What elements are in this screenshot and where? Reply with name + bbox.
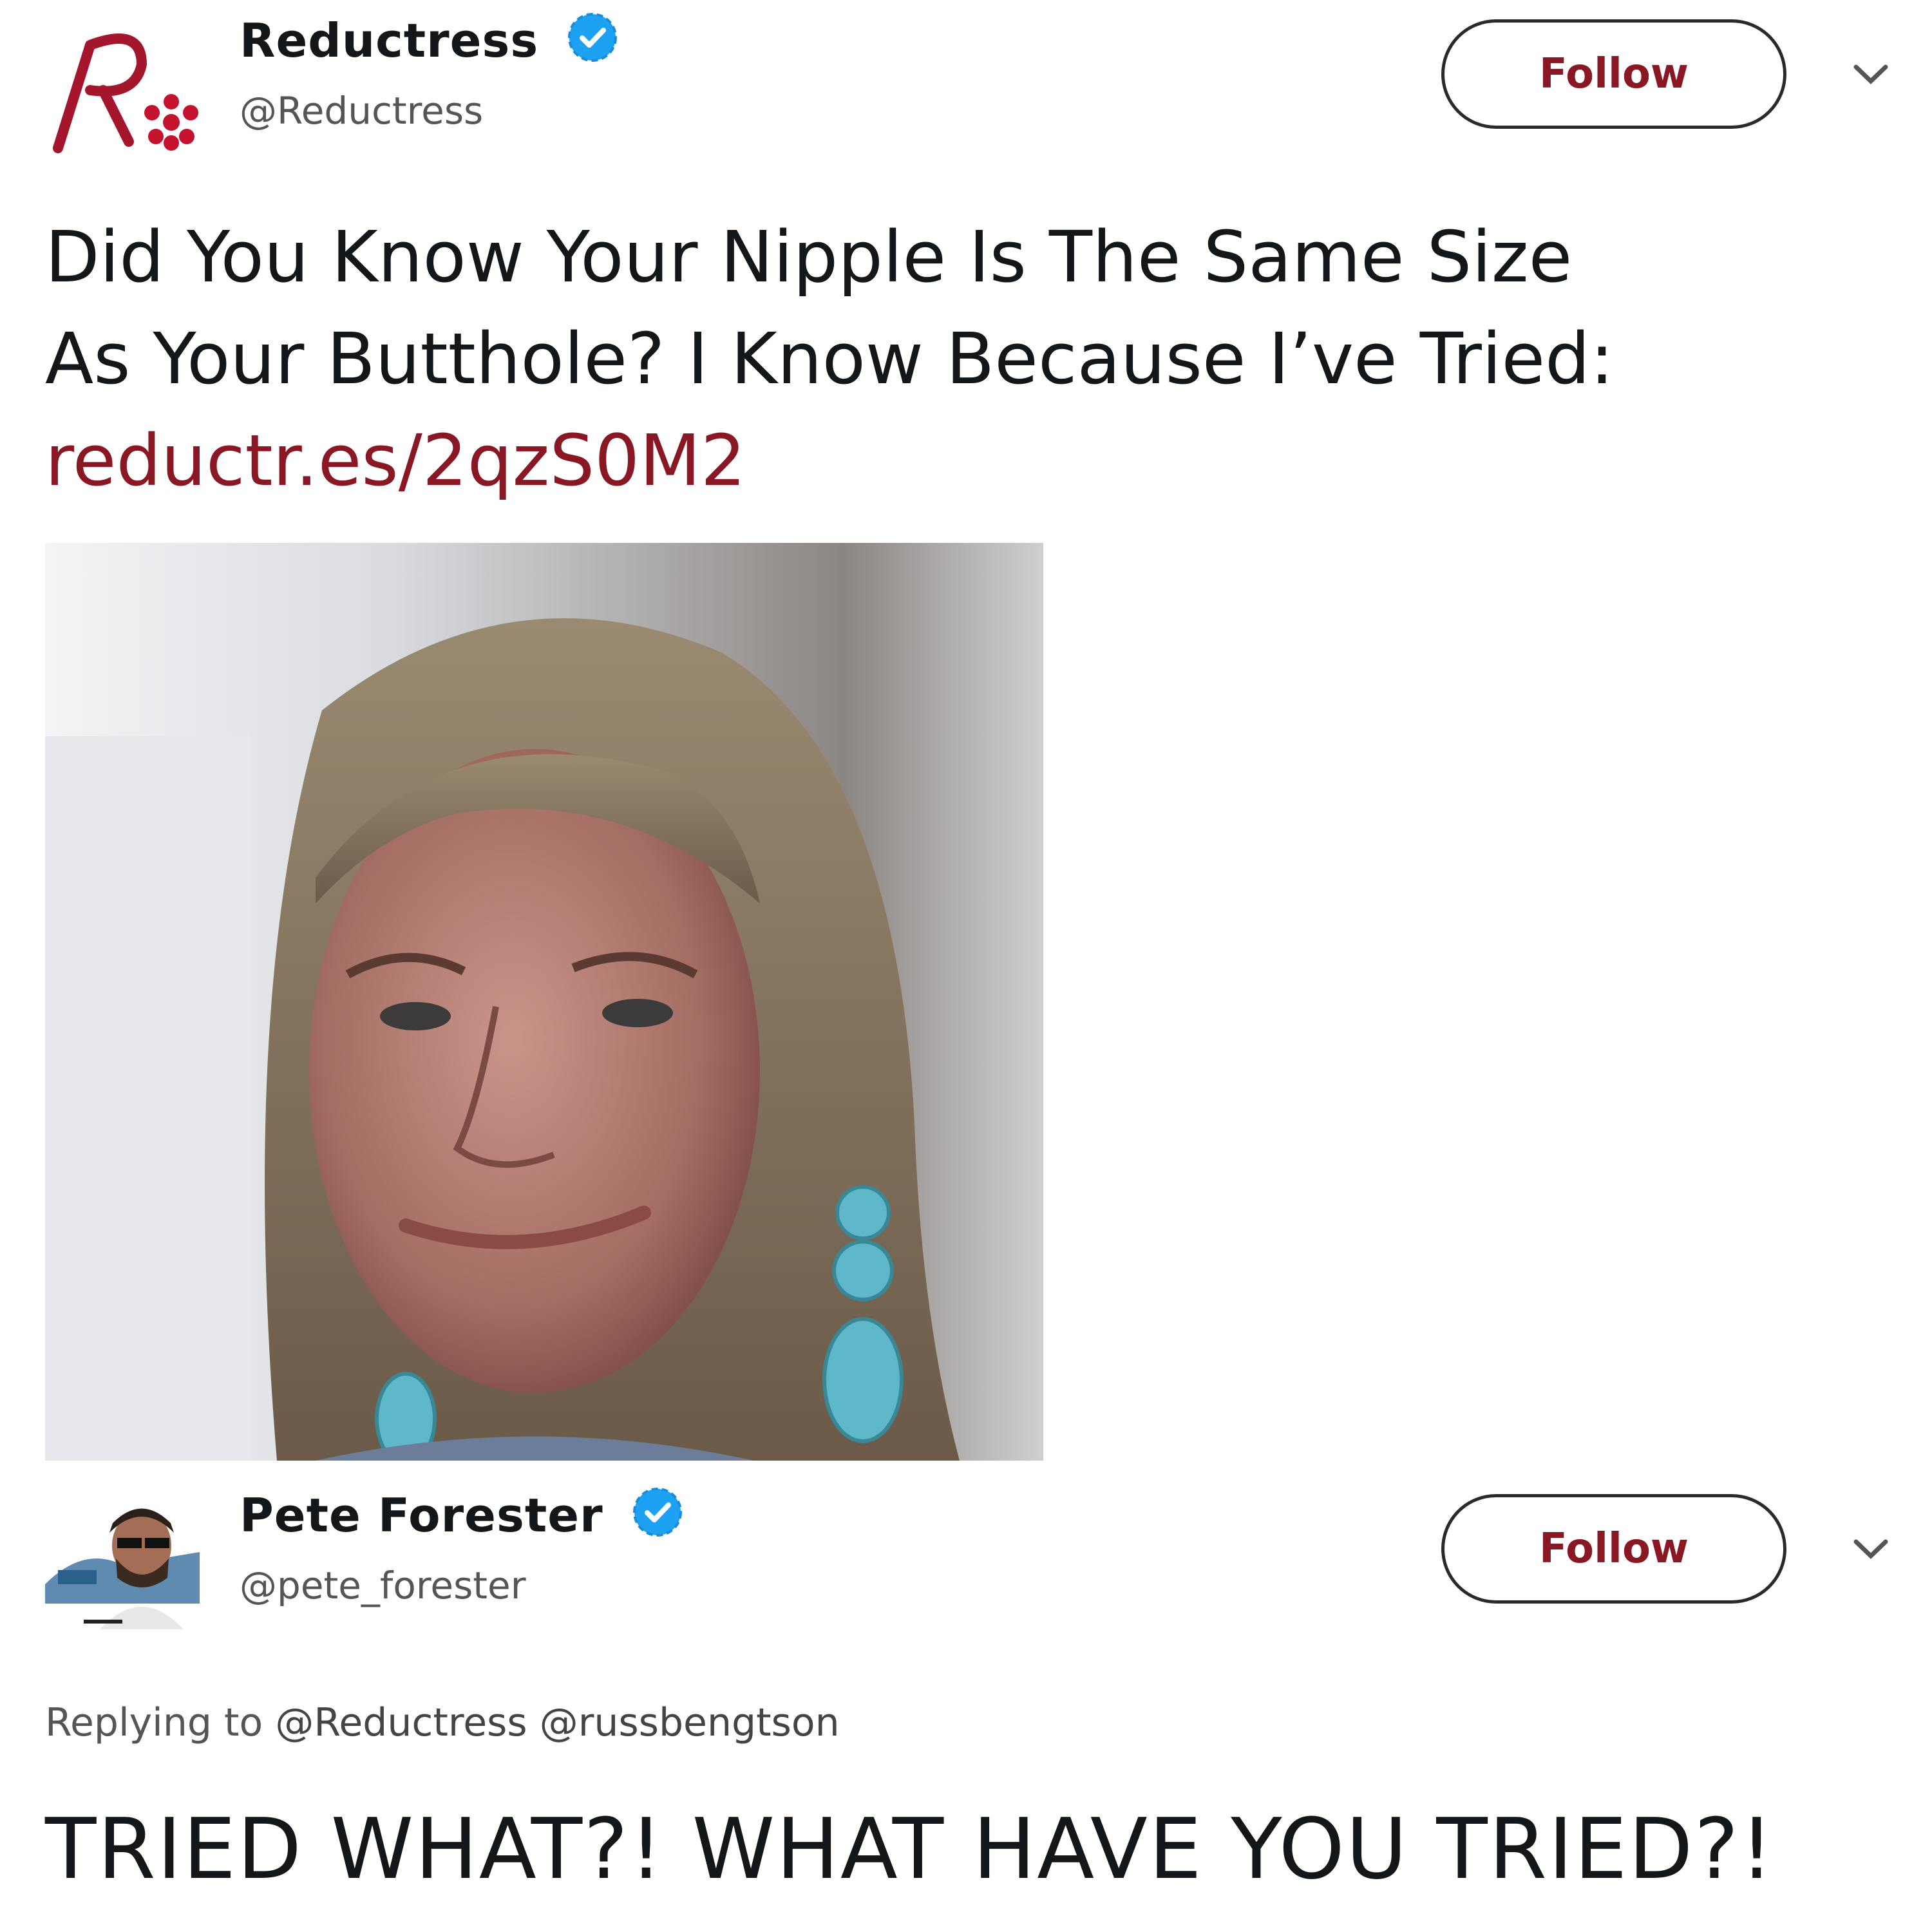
reply-tweet-header: Pete Forester @pete_forester Follow <box>0 1475 1932 1642</box>
tweet-photo[interactable] <box>45 543 1043 1461</box>
author-name[interactable]: Pete Forester <box>240 1486 683 1542</box>
author-handle[interactable]: @Reductress <box>240 89 483 133</box>
verified-badge-icon <box>568 13 618 62</box>
replying-to-label: Replying to <box>45 1700 263 1745</box>
tweet-text-line: As Your Butthole? I Know Because I’ve Tr… <box>45 317 1615 400</box>
follow-button[interactable]: Follow <box>1441 19 1786 129</box>
chevron-down-icon[interactable] <box>1848 1533 1893 1565</box>
reply-tweet-text: TRIED WHAT?! WHAT HAVE YOU TRIED?! <box>45 1800 1775 1898</box>
follow-button[interactable]: Follow <box>1441 1494 1786 1604</box>
tweet-text: Did You Know Your Nipple Is The Same Siz… <box>45 206 1874 511</box>
author-handle[interactable]: @pete_forester <box>240 1564 526 1607</box>
tweet-text-line: Did You Know Your Nipple Is The Same Siz… <box>45 216 1573 298</box>
tweet-header: Reductress @Reductress Follow <box>0 0 1932 167</box>
mention-link[interactable]: @Reductress <box>275 1700 527 1745</box>
tweet-link[interactable]: reductr.es/2qzS0M2 <box>45 410 1874 511</box>
reductress-logo-icon[interactable] <box>45 19 200 155</box>
verified-badge-icon <box>632 1488 682 1537</box>
chevron-down-icon[interactable] <box>1848 58 1893 90</box>
replying-to: Replying to @Reductress @russbengtson <box>45 1700 840 1745</box>
mention-link[interactable]: @russbengtson <box>540 1700 840 1745</box>
user-avatar-icon[interactable] <box>45 1494 200 1629</box>
author-name[interactable]: Reductress <box>240 12 618 68</box>
